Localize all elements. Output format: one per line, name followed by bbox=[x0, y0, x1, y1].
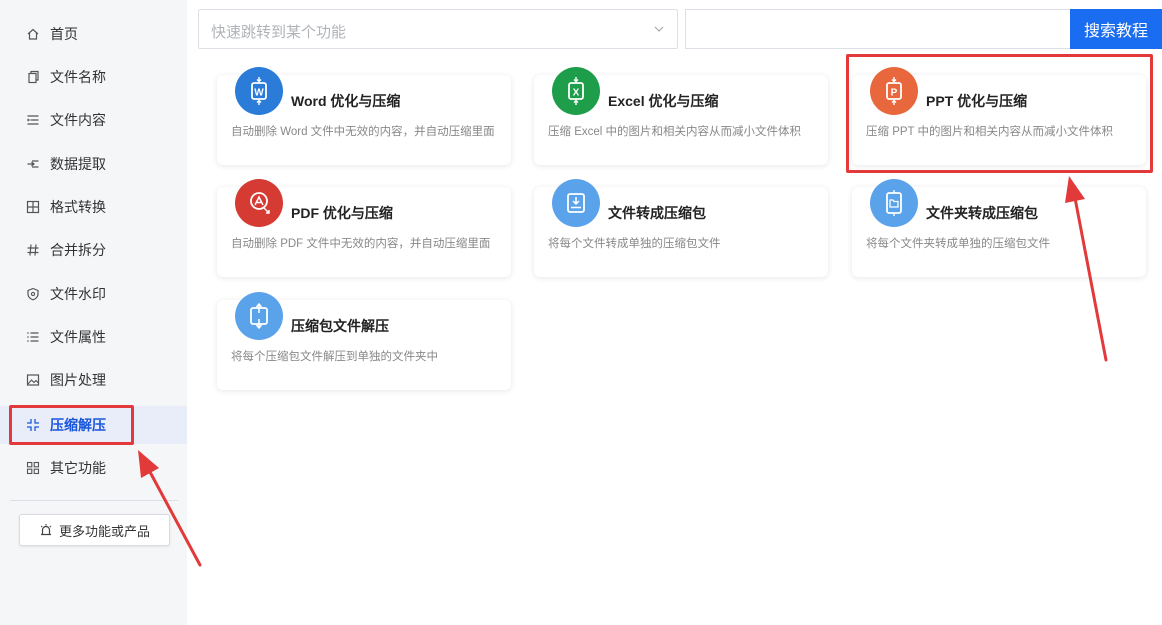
sidebar-item-label: 图片处理 bbox=[50, 372, 106, 388]
card-description: 将每个文件夹转成单独的压缩包文件 bbox=[866, 238, 1050, 250]
tutorial-search-input[interactable] bbox=[685, 9, 1071, 49]
sidebar-item-label: 文件内容 bbox=[50, 112, 106, 128]
card-ppt-compress[interactable]: P PPT 优化与压缩 压缩 PPT 中的图片和相关内容从而减小文件体积 bbox=[852, 67, 1146, 165]
more-products-button[interactable]: 更多功能或产品 bbox=[19, 514, 170, 546]
hash-icon bbox=[26, 243, 40, 257]
sidebar-item-file-name[interactable]: 文件名称 bbox=[0, 59, 187, 95]
card-folder-to-archive[interactable]: 文件夹转成压缩包 将每个文件夹转成单独的压缩包文件 bbox=[852, 179, 1146, 277]
sidebar: 首页 文件名称 文件内容 数据提取 格式转换 合并拆分 文件水印 文件属性 图片… bbox=[0, 0, 187, 625]
card-title: 文件夹转成压缩包 bbox=[926, 205, 1038, 221]
sidebar-item-label: 其它功能 bbox=[50, 460, 106, 476]
folder-to-archive-icon bbox=[870, 179, 918, 227]
card-extract-archive[interactable]: 压缩包文件解压 将每个压缩包文件解压到单独的文件夹中 bbox=[217, 292, 511, 390]
card-description: 自动删除 Word 文件中无效的内容，并自动压缩里面 bbox=[231, 126, 495, 138]
sidebar-item-label: 文件名称 bbox=[50, 69, 106, 85]
sidebar-item-label: 合并拆分 bbox=[50, 242, 106, 258]
word-compress-icon: W bbox=[235, 67, 283, 115]
card-title: Word 优化与压缩 bbox=[291, 93, 401, 109]
sidebar-item-file-content[interactable]: 文件内容 bbox=[0, 102, 187, 138]
card-excel-compress[interactable]: X Excel 优化与压缩 压缩 Excel 中的图片和相关内容从而减小文件体积 bbox=[534, 67, 828, 165]
sidebar-item-data-extract[interactable]: 数据提取 bbox=[0, 146, 187, 182]
feature-jump-placeholder: 快速跳转到某个功能 bbox=[211, 24, 347, 41]
card-pdf-compress[interactable]: PDF 优化与压缩 自动删除 PDF 文件中无效的内容，并自动压缩里面 bbox=[217, 179, 511, 277]
list-icon bbox=[26, 330, 40, 344]
sidebar-item-other[interactable]: 其它功能 bbox=[0, 450, 187, 486]
content-lines-icon bbox=[26, 113, 40, 127]
more-products-label: 更多功能或产品 bbox=[58, 523, 150, 539]
file-copy-icon bbox=[26, 70, 40, 84]
sidebar-item-file-properties[interactable]: 文件属性 bbox=[0, 319, 187, 355]
image-icon bbox=[26, 373, 40, 387]
card-description: 将每个压缩包文件解压到单独的文件夹中 bbox=[231, 351, 438, 363]
pdf-compress-icon bbox=[235, 179, 283, 227]
svg-text:P: P bbox=[891, 88, 898, 99]
sidebar-item-format-convert[interactable]: 格式转换 bbox=[0, 189, 187, 225]
sidebar-item-label: 格式转换 bbox=[50, 199, 106, 215]
sidebar-item-label: 压缩解压 bbox=[50, 417, 106, 433]
card-description: 压缩 PPT 中的图片和相关内容从而减小文件体积 bbox=[866, 126, 1114, 138]
sidebar-item-merge-split[interactable]: 合并拆分 bbox=[0, 232, 187, 268]
svg-text:X: X bbox=[573, 88, 580, 99]
sidebar-item-home[interactable]: 首页 bbox=[0, 16, 187, 52]
compress-icon bbox=[26, 418, 40, 432]
card-title: 压缩包文件解压 bbox=[291, 318, 389, 334]
convert-grid-icon bbox=[26, 200, 40, 214]
alarm-lamp-icon bbox=[39, 523, 53, 537]
ppt-compress-icon: P bbox=[870, 67, 918, 115]
card-description: 压缩 Excel 中的图片和相关内容从而减小文件体积 bbox=[548, 126, 802, 138]
excel-compress-icon: X bbox=[552, 67, 600, 115]
sidebar-item-label: 数据提取 bbox=[50, 156, 106, 172]
card-title: 文件转成压缩包 bbox=[608, 205, 706, 221]
card-description: 将每个文件转成单独的压缩包文件 bbox=[548, 238, 721, 250]
sidebar-item-label: 首页 bbox=[50, 26, 78, 42]
sidebar-item-watermark[interactable]: 文件水印 bbox=[0, 276, 187, 312]
sidebar-item-image-process[interactable]: 图片处理 bbox=[0, 362, 187, 398]
extract-archive-icon bbox=[235, 292, 283, 340]
card-title: PDF 优化与压缩 bbox=[291, 205, 393, 221]
card-word-compress[interactable]: W Word 优化与压缩 自动删除 Word 文件中无效的内容，并自动压缩里面 bbox=[217, 67, 511, 165]
card-title: Excel 优化与压缩 bbox=[608, 93, 719, 109]
sidebar-item-compress[interactable]: 压缩解压 bbox=[0, 406, 187, 444]
sidebar-divider bbox=[10, 500, 178, 501]
extract-icon bbox=[26, 157, 40, 171]
chevron-down-icon bbox=[654, 26, 664, 32]
home-icon bbox=[26, 27, 40, 41]
shield-icon bbox=[26, 287, 40, 301]
card-title: PPT 优化与压缩 bbox=[926, 93, 1028, 109]
search-tutorial-button[interactable]: 搜索教程 bbox=[1070, 9, 1162, 49]
feature-jump-select[interactable]: 快速跳转到某个功能 bbox=[198, 9, 678, 49]
card-description: 自动删除 PDF 文件中无效的内容，并自动压缩里面 bbox=[231, 238, 491, 250]
svg-text:W: W bbox=[254, 88, 264, 99]
sidebar-item-label: 文件水印 bbox=[50, 286, 106, 302]
sidebar-item-label: 文件属性 bbox=[50, 329, 106, 345]
card-file-to-archive[interactable]: 文件转成压缩包 将每个文件转成单独的压缩包文件 bbox=[534, 179, 828, 277]
file-to-archive-icon bbox=[552, 179, 600, 227]
apps-grid-icon bbox=[26, 461, 40, 475]
